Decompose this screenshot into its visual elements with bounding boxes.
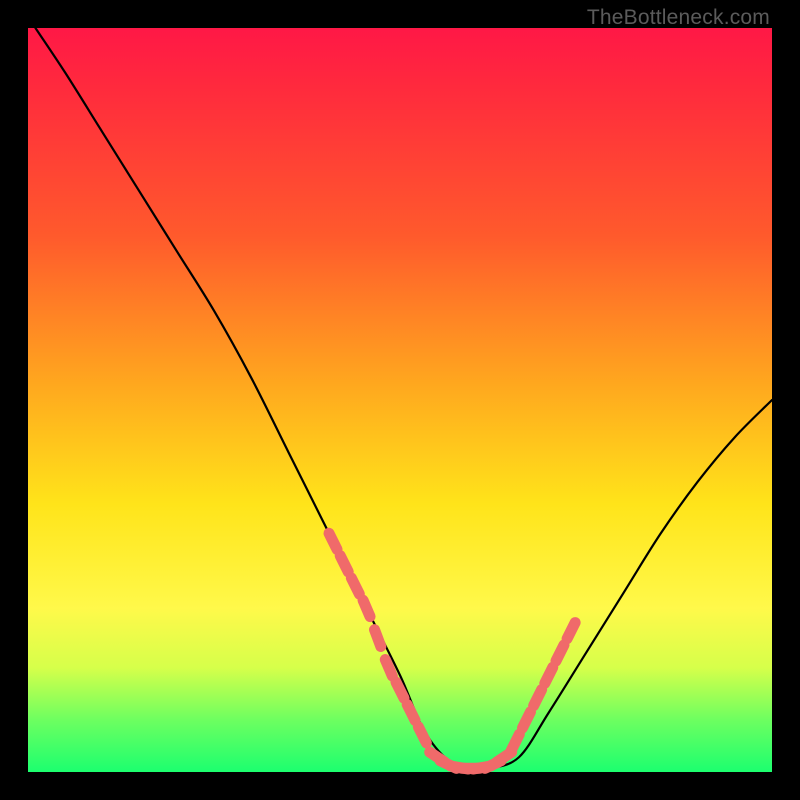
highlight-dash [396,682,404,698]
outer-frame: TheBottleneck.com [0,0,800,800]
highlight-dash [407,704,415,720]
highlight-dash [375,630,381,647]
watermark-label: TheBottleneck.com [587,6,770,30]
highlight-dash [340,556,348,572]
highlight-dash [567,623,575,639]
plot-area [28,28,772,772]
highlight-dash [522,712,530,728]
highlight-dots-left [329,533,426,743]
highlight-dash [534,690,542,706]
highlight-dash [556,645,564,661]
highlight-dash [418,727,426,743]
highlight-dash [545,667,553,683]
highlight-dash [363,600,370,617]
chart-svg [28,28,772,772]
highlight-dash [329,533,337,549]
highlight-dash [511,734,519,750]
highlight-dash [385,660,392,677]
highlight-dots-bottom [430,752,512,769]
highlight-dash [351,578,359,594]
bottleneck-curve-path [35,28,772,770]
